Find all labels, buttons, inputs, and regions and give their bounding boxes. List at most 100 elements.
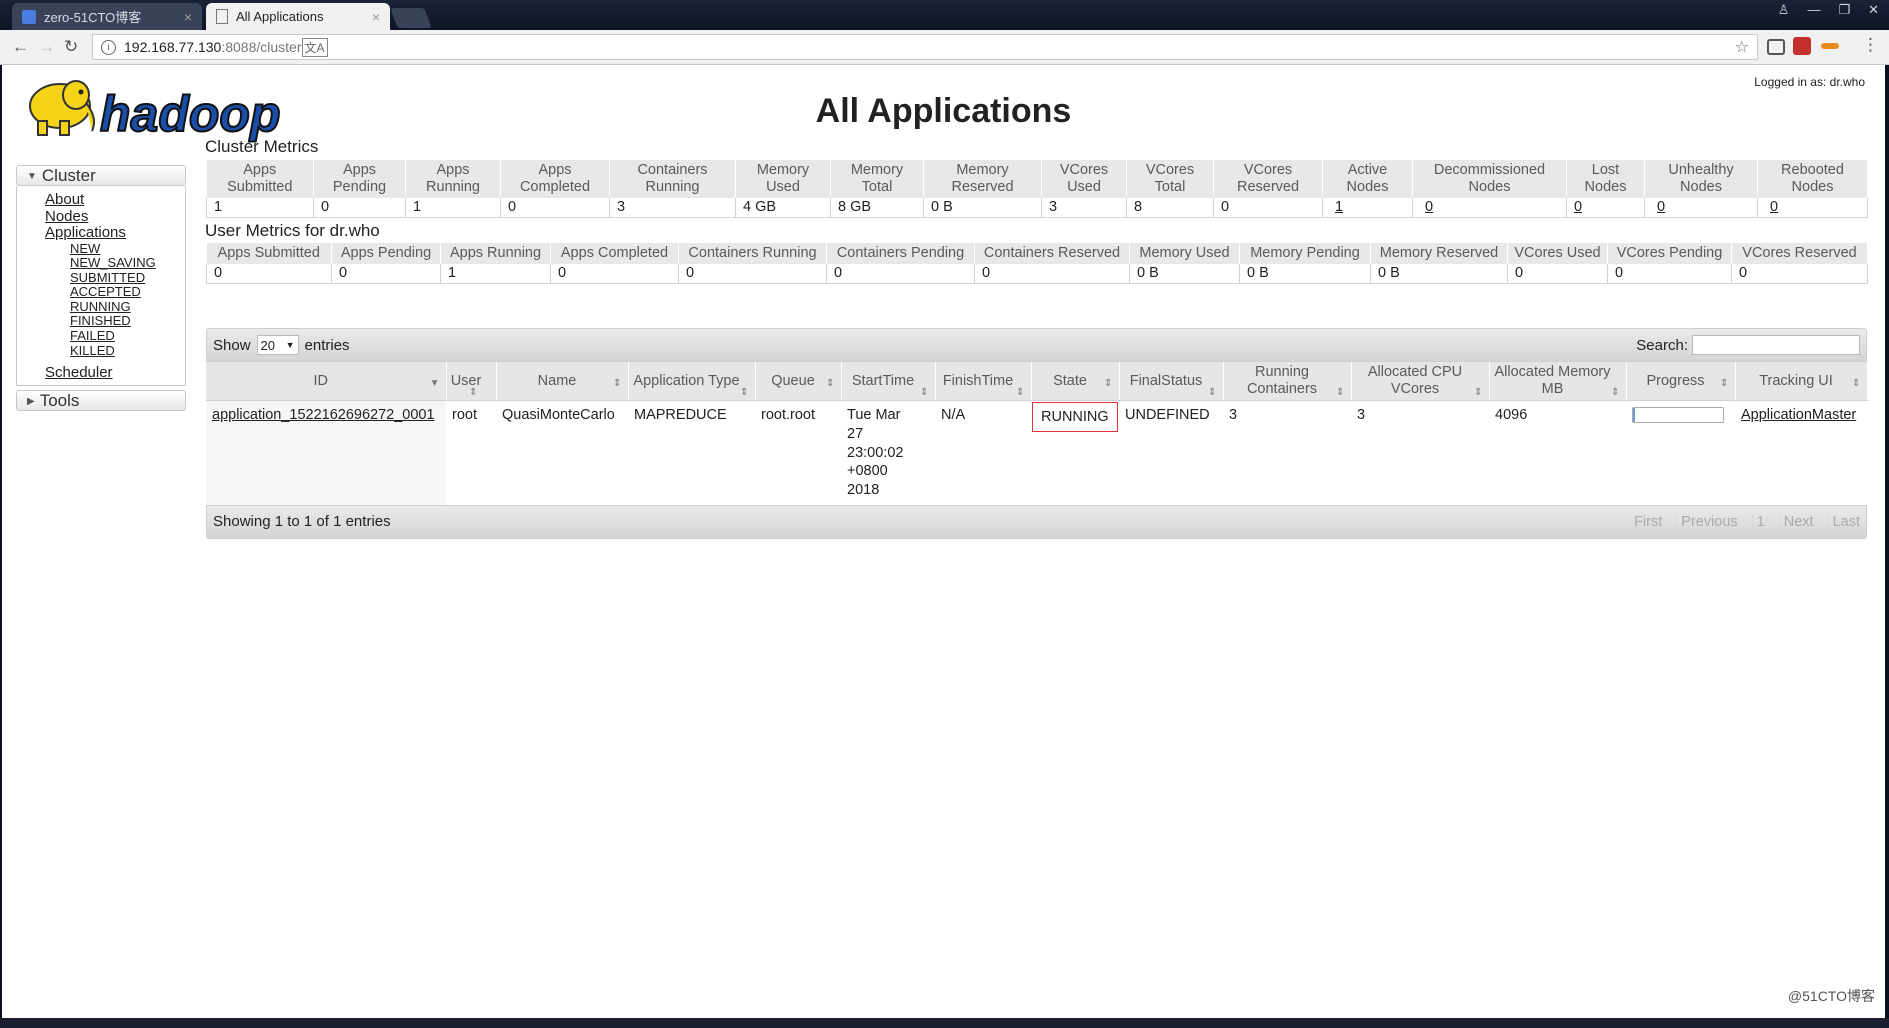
- column-header-label: FinishTime: [942, 372, 1014, 389]
- nav-link-new-saving[interactable]: NEW_SAVING: [70, 255, 185, 271]
- tools-section-header[interactable]: ▶ Tools: [16, 390, 186, 411]
- left-nav: ▼ Cluster About Nodes Applications NEW NE…: [16, 165, 186, 411]
- active-nodes-link[interactable]: 1: [1335, 199, 1343, 215]
- cluster-header-decommissioned-nodes: Decommissioned Nodes: [1412, 160, 1567, 198]
- column-header-state[interactable]: State ⇕: [1031, 362, 1120, 401]
- sort-icon: ⇕: [1104, 378, 1113, 389]
- tools-label: Tools: [39, 391, 80, 410]
- pager-last[interactable]: Last: [1827, 513, 1860, 530]
- browser-tab-blog[interactable]: zero-51CTO博客 ×: [12, 3, 202, 30]
- browser-tab-all-applications[interactable]: All Applications ×: [206, 3, 390, 30]
- restore-icon[interactable]: ❐: [1838, 2, 1850, 18]
- url-host: 192.168.77.130: [124, 39, 222, 55]
- cell-final-status: UNDEFINED: [1119, 400, 1223, 505]
- user-metrics-table: Apps Submitted Apps Pending Apps Running…: [206, 243, 1868, 284]
- pager-first[interactable]: First: [1630, 514, 1662, 530]
- pager-page-1[interactable]: 1: [1751, 513, 1765, 530]
- amazon-extension-icon[interactable]: [1821, 43, 1839, 49]
- application-master-link[interactable]: ApplicationMaster: [1741, 407, 1856, 423]
- close-window-icon[interactable]: ✕: [1868, 2, 1879, 18]
- logged-in-user: Logged in as: dr.who: [1754, 75, 1865, 89]
- column-header-label: Allocated CPU VCores: [1367, 364, 1463, 397]
- column-header-allocated-vcores[interactable]: Allocated CPU VCores ⇕: [1351, 362, 1490, 401]
- pager-next[interactable]: Next: [1778, 513, 1814, 530]
- column-header-finish-time[interactable]: FinishTime ⇕: [935, 362, 1032, 401]
- cell-name: QuasiMonteCarlo: [496, 400, 628, 505]
- nav-link-failed[interactable]: FAILED: [70, 328, 185, 344]
- nav-link-about[interactable]: About: [45, 191, 185, 209]
- cluster-value-decommissioned-nodes-cell: 0: [1412, 198, 1567, 218]
- column-header-running-containers[interactable]: Running Containers ⇕: [1223, 362, 1352, 401]
- column-header-id[interactable]: ID ▼: [206, 362, 447, 401]
- back-icon[interactable]: ←: [12, 37, 29, 57]
- search-input[interactable]: [1692, 335, 1860, 355]
- user-value-memory-pending: 0 B: [1239, 264, 1371, 284]
- column-header-name[interactable]: Name ⇕: [496, 362, 629, 401]
- pagination: First Previous 1 Next Last: [1630, 513, 1860, 530]
- taskbar-strip: [0, 1018, 1889, 1028]
- application-id-link[interactable]: application_1522162696272_0001: [212, 407, 435, 423]
- sort-icon: ⇕: [1852, 378, 1861, 389]
- column-header-application-type[interactable]: Application Type ⇕: [628, 362, 756, 401]
- column-header-tracking-ui[interactable]: Tracking UI ⇕: [1735, 362, 1868, 401]
- cluster-header-rebooted-nodes: Rebooted Nodes: [1757, 160, 1868, 198]
- nav-link-killed[interactable]: KILLED: [70, 343, 185, 359]
- cluster-value-apps-completed: 0: [500, 198, 610, 218]
- pager-previous[interactable]: Previous: [1676, 513, 1738, 530]
- column-header-start-time[interactable]: StartTime ⇕: [841, 362, 936, 401]
- user-header-containers-running: Containers Running: [678, 243, 827, 264]
- entries-label: entries: [304, 336, 350, 354]
- column-header-queue[interactable]: Queue ⇕: [755, 362, 842, 401]
- decommissioned-nodes-link[interactable]: 0: [1425, 199, 1433, 215]
- nav-link-finished[interactable]: FINISHED: [70, 314, 185, 329]
- show-label: Show: [213, 336, 251, 354]
- site-info-icon[interactable]: i: [101, 39, 116, 55]
- lost-nodes-link[interactable]: 0: [1574, 199, 1582, 215]
- cluster-section-header[interactable]: ▼ Cluster: [16, 165, 186, 186]
- close-tab-icon[interactable]: ×: [372, 9, 380, 25]
- user-profile-icon[interactable]: ♙: [1778, 2, 1790, 18]
- cluster-value-lost-nodes-cell: 0: [1566, 198, 1645, 218]
- column-header-final-status[interactable]: FinalStatus ⇕: [1119, 362, 1224, 401]
- user-header-containers-pending: Containers Pending: [826, 243, 975, 264]
- bookmark-star-icon[interactable]: ☆: [1735, 37, 1749, 57]
- close-tab-icon[interactable]: ×: [184, 9, 192, 25]
- rebooted-nodes-link[interactable]: 0: [1770, 199, 1778, 215]
- user-metrics-title: User Metrics for dr.who: [205, 221, 380, 240]
- cell-allocated-memory: 4096: [1489, 400, 1626, 505]
- extension-icon[interactable]: [1767, 39, 1785, 55]
- column-header-user[interactable]: User ⇕: [446, 362, 497, 401]
- nav-link-nodes[interactable]: Nodes: [45, 208, 185, 226]
- minimize-icon[interactable]: —: [1807, 2, 1820, 18]
- cluster-value-memory-total: 8 GB: [830, 198, 924, 218]
- sort-icon: ⇕: [613, 378, 622, 389]
- nav-link-new[interactable]: NEW: [70, 241, 185, 257]
- user-value-containers-running: 0: [678, 264, 827, 284]
- state-highlight-box: RUNNING: [1032, 402, 1118, 432]
- forward-icon[interactable]: →: [38, 37, 55, 57]
- cluster-header-unhealthy-nodes: Unhealthy Nodes: [1644, 160, 1758, 198]
- nav-link-scheduler[interactable]: Scheduler: [45, 365, 185, 382]
- reload-icon[interactable]: ↻: [64, 37, 78, 57]
- nav-link-accepted[interactable]: ACCEPTED: [70, 285, 185, 300]
- cluster-value-containers-running: 3: [609, 198, 736, 218]
- entries-select[interactable]: 20 ▼: [256, 335, 299, 355]
- user-value-vcores-used: 0: [1507, 264, 1608, 284]
- table-footer: Showing 1 to 1 of 1 entries First Previo…: [206, 504, 1867, 539]
- translate-icon[interactable]: 文A: [301, 37, 328, 57]
- page-content: hadoop Logged in as: dr.who All Applicat…: [2, 65, 1885, 1018]
- pdf-extension-icon[interactable]: [1793, 37, 1811, 55]
- menu-icon[interactable]: ⋮: [1862, 35, 1879, 55]
- cluster-header-vcores-reserved: VCores Reserved: [1213, 160, 1323, 198]
- progress-fill: [1633, 408, 1635, 422]
- cell-start-time: Tue Mar 27 23:00:02 +0800 2018: [841, 400, 935, 505]
- column-header-allocated-memory[interactable]: Allocated Memory MB ⇕: [1489, 362, 1627, 401]
- nav-link-submitted[interactable]: SUBMITTED: [70, 270, 185, 286]
- nav-link-running[interactable]: RUNNING: [70, 299, 185, 315]
- window-controls: ♙ — ❐ ✕: [1778, 2, 1879, 18]
- new-tab-button[interactable]: [390, 8, 432, 28]
- column-header-progress[interactable]: Progress ⇕: [1626, 362, 1736, 401]
- nav-link-applications[interactable]: Applications: [45, 224, 185, 242]
- unhealthy-nodes-link[interactable]: 0: [1657, 199, 1665, 215]
- address-bar[interactable]: i 192.168.77.130 :8088/cluster 文A ☆: [92, 34, 1758, 60]
